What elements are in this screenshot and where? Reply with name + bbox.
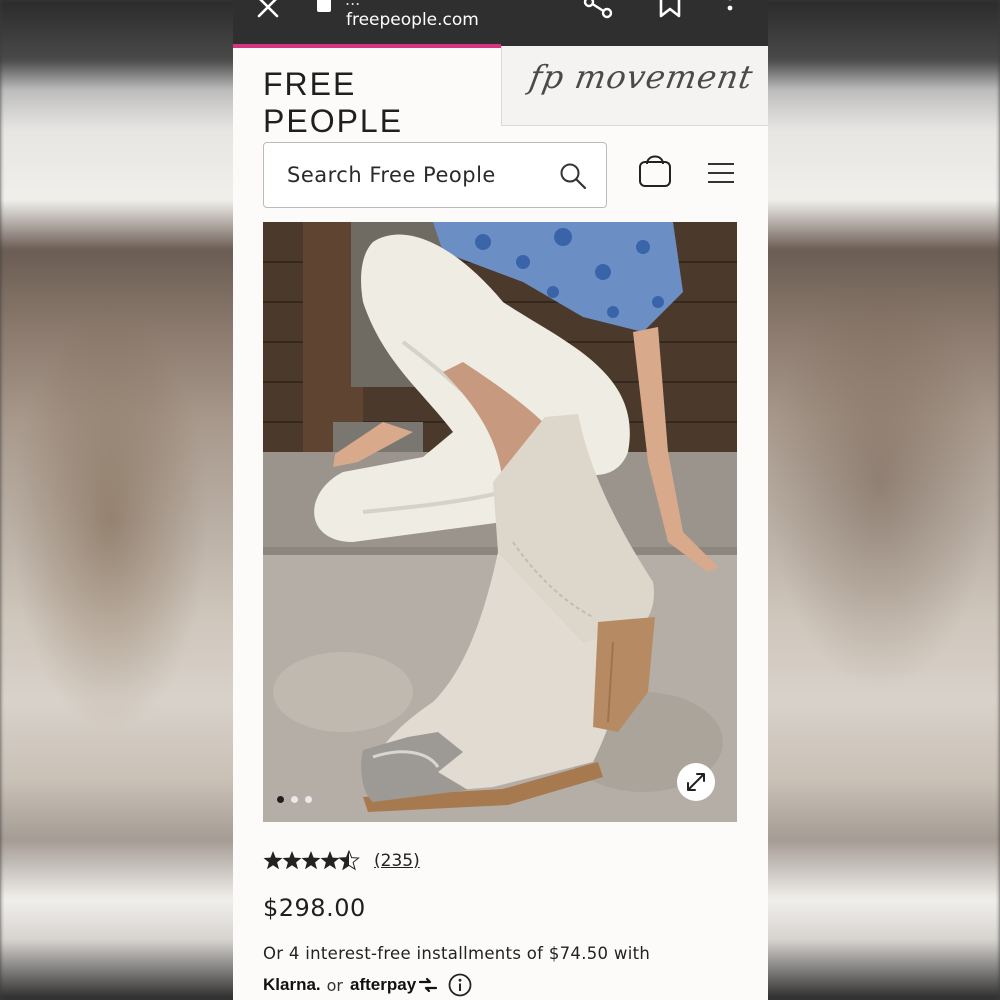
or-label: or (326, 975, 344, 995)
klarna-logo[interactable]: Klarna. (263, 975, 321, 995)
expand-icon (687, 773, 705, 791)
star-rating (263, 850, 359, 870)
phone-screen: ... freepeople.com FREE PEOPLE fp moveme… (233, 0, 768, 1000)
movement-logo: fp movement (526, 58, 757, 96)
boot-photo (263, 222, 737, 822)
carousel-dot[interactable] (291, 796, 298, 803)
product-price: $298.00 (263, 894, 366, 922)
shopping-bag-icon[interactable] (638, 152, 672, 188)
search-input[interactable]: Search Free People (263, 142, 607, 208)
afterpay-arrows-icon (419, 977, 438, 993)
more-options-icon[interactable] (725, 0, 735, 20)
bookmark-icon[interactable] (658, 0, 682, 18)
url-text[interactable]: freepeople.com (346, 10, 479, 30)
review-count-link[interactable]: (235) (374, 851, 420, 871)
browser-toolbar: ... freepeople.com (233, 0, 768, 46)
payment-options: Klarna. or afterpay (263, 972, 472, 998)
product-image[interactable] (263, 222, 737, 822)
lock-icon (317, 0, 331, 12)
share-icon[interactable] (583, 0, 613, 20)
search-placeholder: Search Free People (287, 163, 496, 187)
tab-free-people[interactable]: FREE PEOPLE (233, 48, 501, 139)
carousel-indicators[interactable] (277, 796, 312, 803)
search-icon[interactable] (559, 162, 587, 190)
carousel-dot[interactable] (277, 796, 284, 803)
installments-text: Or 4 interest-free installments of $74.5… (263, 944, 651, 963)
close-icon[interactable] (255, 0, 281, 20)
brand-logo: FREE PEOPLE (263, 66, 404, 139)
tab-fp-movement[interactable]: fp movement (501, 46, 768, 126)
afterpay-logo[interactable]: afterpay (350, 975, 416, 995)
carousel-dot[interactable] (305, 796, 312, 803)
expand-image-button[interactable] (677, 763, 715, 801)
info-icon[interactable] (448, 973, 472, 997)
page-title-partial: ... (345, 0, 360, 9)
hamburger-menu-icon[interactable] (707, 162, 735, 184)
